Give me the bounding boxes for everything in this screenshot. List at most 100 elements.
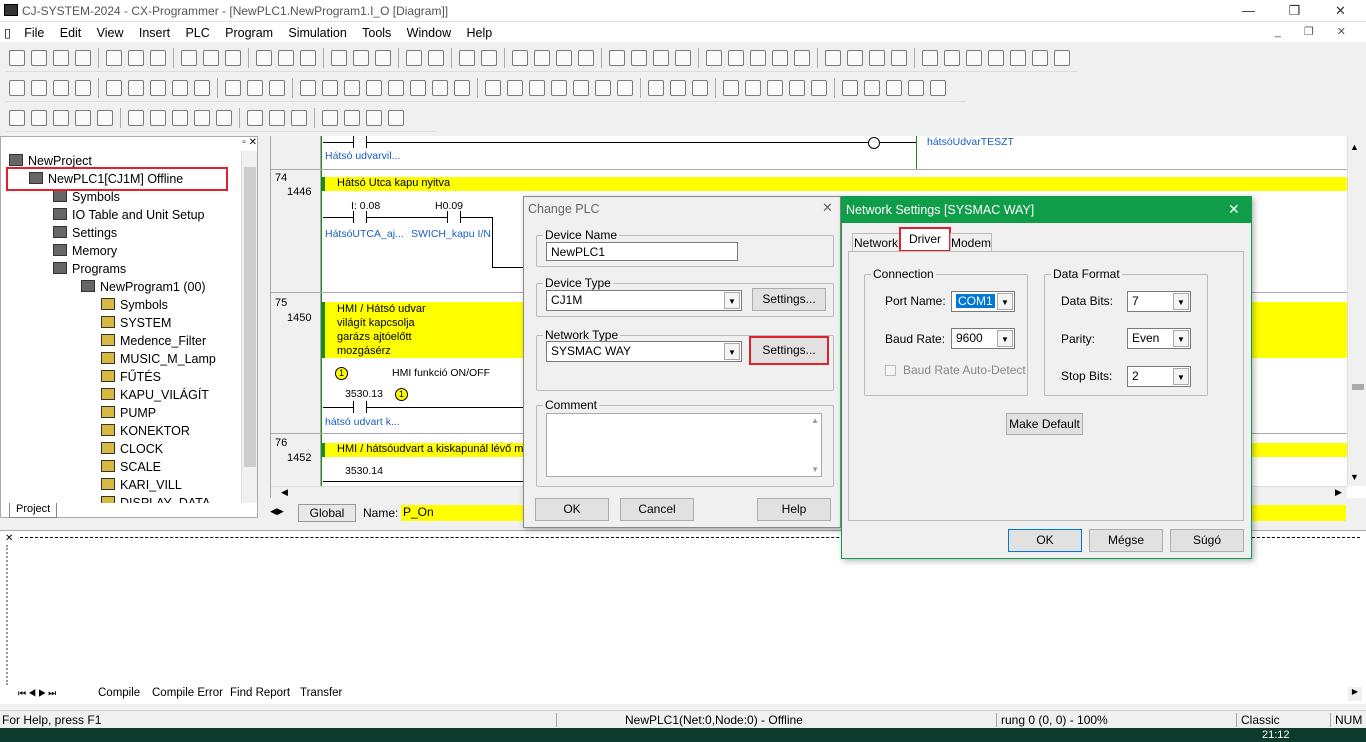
toolbar-button-icon[interactable]: [75, 50, 91, 66]
toolbar-button-icon[interactable]: [512, 50, 528, 66]
output-close-icon[interactable]: ✕: [5, 533, 13, 544]
toolbar-button-icon[interactable]: [728, 50, 744, 66]
scroll-down-icon[interactable]: ▼: [811, 465, 819, 474]
mdi-controls[interactable]: _ ❐ ✕: [1275, 25, 1356, 38]
toolbar-button-icon[interactable]: [300, 80, 316, 96]
toolbar-button-icon[interactable]: [653, 50, 669, 66]
toolbar-button-icon[interactable]: [150, 50, 166, 66]
scroll-thumb[interactable]: [1352, 384, 1364, 390]
tab-transfer[interactable]: Transfer: [300, 687, 342, 699]
tree-item[interactable]: Symbols: [101, 298, 168, 312]
chevron-down-icon[interactable]: ▼: [997, 330, 1013, 347]
menu-simulation[interactable]: Simulation: [282, 23, 352, 43]
menu-insert[interactable]: Insert: [133, 23, 176, 43]
toolbar-button-icon[interactable]: [150, 110, 166, 126]
toolbar-button-icon[interactable]: [507, 80, 523, 96]
toolbar-button-icon[interactable]: [106, 80, 122, 96]
toolbar-button-icon[interactable]: [869, 50, 885, 66]
cancel-button[interactable]: Cancel: [620, 498, 694, 521]
parity-select[interactable]: Even ▼: [1127, 328, 1191, 349]
stop-bits-select[interactable]: 2 ▼: [1127, 366, 1191, 387]
toolbar-button-icon[interactable]: [825, 50, 841, 66]
help-button[interactable]: Help: [757, 498, 831, 521]
menu-program[interactable]: Program: [219, 23, 279, 43]
toolbar-button-icon[interactable]: [617, 80, 633, 96]
tree-item[interactable]: SCALE: [101, 460, 161, 474]
toolbar-button-icon[interactable]: [75, 80, 91, 96]
toolbar-button-icon[interactable]: [247, 110, 263, 126]
toolbar-button-icon[interactable]: [842, 80, 858, 96]
toolbar-button-icon[interactable]: [172, 110, 188, 126]
toolbar-button-icon[interactable]: [256, 50, 272, 66]
toolbar-button-icon[interactable]: [675, 50, 691, 66]
tree-item[interactable]: KONEKTOR: [101, 424, 190, 438]
toolbar-button-icon[interactable]: [1054, 50, 1070, 66]
tree-item[interactable]: MUSIC_M_Lamp: [101, 352, 216, 366]
menu-plc[interactable]: PLC: [179, 23, 215, 43]
toolbar-button-icon[interactable]: [723, 80, 739, 96]
toolbar-button-icon[interactable]: [53, 110, 69, 126]
toolbar-button-icon[interactable]: [481, 50, 497, 66]
toolbar-button-icon[interactable]: [1032, 50, 1048, 66]
menu-help[interactable]: Help: [460, 23, 498, 43]
dialog-close-icon[interactable]: ✕: [822, 200, 833, 216]
toolbar-button-icon[interactable]: [375, 50, 391, 66]
tab-compile-error[interactable]: Compile Error: [152, 687, 223, 699]
toolbar-button-icon[interactable]: [322, 110, 338, 126]
ok-button[interactable]: OK: [1008, 529, 1082, 552]
tab-network[interactable]: Network: [852, 233, 900, 251]
toolbar-button-icon[interactable]: [172, 80, 188, 96]
toolbar-button-icon[interactable]: [278, 50, 294, 66]
toolbar-button-icon[interactable]: [366, 80, 382, 96]
device-type-settings-button[interactable]: Settings...: [752, 288, 826, 311]
menu-view[interactable]: View: [91, 23, 130, 43]
scroll-up-icon[interactable]: ▲: [811, 416, 819, 425]
tab-compile[interactable]: Compile: [98, 687, 140, 699]
toolbar-button-icon[interactable]: [485, 80, 501, 96]
toolbar-button-icon[interactable]: [53, 80, 69, 96]
minimize-button[interactable]: —: [1226, 0, 1271, 22]
toolbar-button-icon[interactable]: [745, 80, 761, 96]
tab-driver[interactable]: Driver: [899, 227, 951, 252]
menu-edit[interactable]: Edit: [54, 23, 88, 43]
dialog-close-icon[interactable]: ✕: [1228, 201, 1240, 218]
tab-nav-icon[interactable]: ⏮◀▶⏭: [18, 688, 58, 698]
tree-item[interactable]: SYSTEM: [101, 316, 171, 330]
toolbar-button-icon[interactable]: [300, 50, 316, 66]
tree-item[interactable]: KARI_VILL: [101, 478, 182, 492]
network-settings-button[interactable]: Settings...: [749, 336, 829, 365]
close-button[interactable]: ✕: [1318, 0, 1363, 22]
toolbar-button-icon[interactable]: [648, 80, 664, 96]
tree-item[interactable]: Memory: [53, 244, 117, 258]
toolbar-button-icon[interactable]: [794, 50, 810, 66]
toolbar-button-icon[interactable]: [225, 50, 241, 66]
scroll-left-icon[interactable]: ◀: [281, 487, 288, 498]
chevron-down-icon[interactable]: ▼: [724, 292, 740, 309]
toolbar-button-icon[interactable]: [573, 80, 589, 96]
toolbar-button-icon[interactable]: [811, 80, 827, 96]
device-type-select[interactable]: CJ1M ▼: [546, 290, 742, 311]
toolbar-button-icon[interactable]: [269, 80, 285, 96]
port-name-select[interactable]: COM1 ▼: [951, 291, 1015, 312]
toolbar-button-icon[interactable]: [225, 80, 241, 96]
toolbar-button-icon[interactable]: [692, 80, 708, 96]
toolbar-button-icon[interactable]: [886, 80, 902, 96]
toolbar-button-icon[interactable]: [128, 80, 144, 96]
ok-button[interactable]: OK: [535, 498, 609, 521]
toolbar-button-icon[interactable]: [706, 50, 722, 66]
toolbar-button-icon[interactable]: [891, 50, 907, 66]
toolbar-button-icon[interactable]: [31, 50, 47, 66]
toolbar-button-icon[interactable]: [291, 110, 307, 126]
rung-74-contact2[interactable]: [447, 211, 461, 223]
toolbar-button-icon[interactable]: [331, 50, 347, 66]
toolbar-button-icon[interactable]: [247, 80, 263, 96]
ladder-vscroll[interactable]: ▲ ▼: [1347, 136, 1366, 486]
panel-close-icon[interactable]: ▫ ✕: [233, 137, 257, 149]
toolbar-button-icon[interactable]: [922, 50, 938, 66]
toolbar-button-icon[interactable]: [772, 50, 788, 66]
top-output-coil[interactable]: [868, 137, 880, 149]
tree-item[interactable]: KAPU_VILÁGÍT: [101, 388, 209, 402]
chevron-down-icon[interactable]: ▼: [1173, 330, 1189, 347]
toolbar-button-icon[interactable]: [410, 80, 426, 96]
tab-project[interactable]: Project: [9, 503, 57, 518]
